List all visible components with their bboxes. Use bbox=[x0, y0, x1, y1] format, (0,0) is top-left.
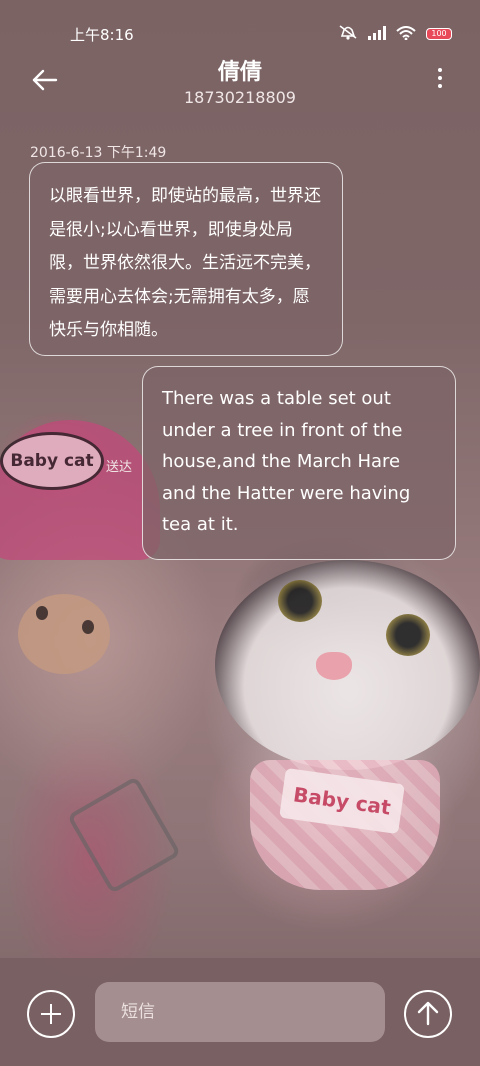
incoming-message-bubble[interactable]: 以眼看世界，即使站的最高，世界还是很小;以心看世界，即使身处局限，世界依然很大。… bbox=[29, 162, 343, 356]
arrow-up-icon bbox=[417, 1001, 439, 1026]
wallpaper-bear-nose bbox=[18, 594, 110, 674]
message-text: There was a table set out under a tree i… bbox=[162, 388, 411, 535]
wifi-icon bbox=[396, 25, 416, 44]
wallpaper-cat-nose bbox=[316, 652, 352, 680]
wallpaper-cap-label: Baby cat bbox=[0, 432, 104, 490]
wallpaper-cat-eye bbox=[278, 580, 322, 622]
contact-name[interactable]: 倩倩 bbox=[0, 54, 480, 86]
wallpaper-strap-buckle bbox=[66, 776, 182, 894]
status-icons: 100 bbox=[338, 24, 452, 44]
message-input-container[interactable] bbox=[95, 982, 385, 1042]
more-vertical-icon-dot bbox=[438, 76, 442, 80]
signal-icon bbox=[368, 25, 386, 44]
mute-icon bbox=[338, 24, 358, 44]
add-attachment-button[interactable] bbox=[27, 990, 75, 1038]
send-button[interactable] bbox=[404, 990, 452, 1038]
message-composer bbox=[0, 958, 480, 1066]
conversation-header: 倩倩 18730218809 bbox=[0, 50, 480, 120]
more-vertical-icon bbox=[438, 68, 442, 72]
message-text: 以眼看世界，即使站的最高，世界还是很小;以心看世界，即使身处局限，世界依然很大。… bbox=[49, 186, 321, 340]
message-timestamp: 2016-6-13 下午1:49 bbox=[30, 145, 167, 161]
outgoing-message-bubble[interactable]: There was a table set out under a tree i… bbox=[142, 366, 456, 560]
wallpaper-cat-eye bbox=[386, 614, 430, 656]
status-time: 上午8:16 bbox=[70, 26, 134, 44]
more-vertical-icon-dot bbox=[438, 84, 442, 88]
wallpaper-bear-eye bbox=[82, 620, 94, 634]
contact-phone-number[interactable]: 18730218809 bbox=[0, 88, 480, 107]
delivery-status: 送达 bbox=[106, 460, 133, 475]
battery-icon: 100 bbox=[426, 28, 452, 40]
message-input[interactable] bbox=[121, 1002, 359, 1022]
more-options-button[interactable] bbox=[430, 66, 450, 92]
wallpaper-bear-eye bbox=[36, 606, 48, 620]
